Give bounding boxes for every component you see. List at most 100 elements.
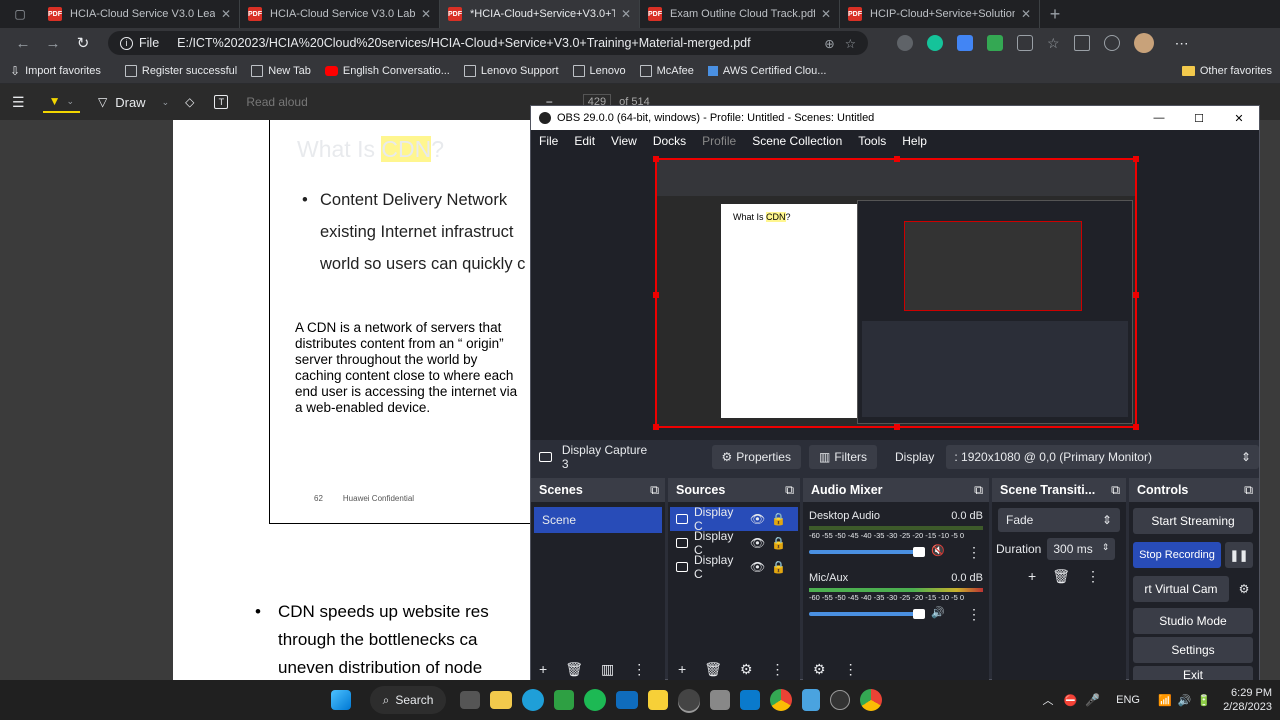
read-aloud-button[interactable]: Read aloud [246, 95, 307, 109]
virtual-cam-button[interactable]: rt Virtual Cam [1133, 576, 1229, 602]
add-icon[interactable]: + [678, 661, 686, 678]
bookmark-import[interactable]: ⇩ Import favorites [10, 64, 101, 78]
menu-dots-icon[interactable]: ⋯ [1175, 35, 1189, 52]
transition-select[interactable]: Fade ⇕ [998, 508, 1120, 532]
bookmark-item[interactable]: McAfee [639, 64, 694, 77]
battery-icon[interactable]: 🔋 [1197, 694, 1211, 707]
notepad-icon[interactable] [802, 689, 820, 711]
mail-icon[interactable] [616, 691, 638, 709]
lock-icon[interactable]: 🔒 [771, 512, 786, 526]
close-tab-icon[interactable]: ✕ [1021, 7, 1031, 21]
eye-icon[interactable]: 👁 [750, 512, 765, 526]
avatar[interactable] [1133, 33, 1154, 53]
close-tab-icon[interactable]: ✕ [621, 7, 631, 21]
windows-start-icon[interactable] [331, 690, 351, 710]
extension-icon[interactable] [897, 35, 913, 51]
contents-icon[interactable]: ☰ [12, 94, 25, 111]
studio-mode-button[interactable]: Studio Mode [1133, 608, 1253, 634]
resize-handle[interactable] [1133, 156, 1139, 162]
speaker-icon[interactable]: 🔊 [1178, 694, 1192, 707]
sticky-notes-icon[interactable] [648, 690, 668, 710]
menu-scene-collection[interactable]: Scene Collection [752, 134, 842, 148]
back-icon[interactable]: ← [8, 28, 38, 58]
resize-handle[interactable] [653, 424, 659, 430]
maximize-icon[interactable]: ☐ [1179, 112, 1219, 125]
site-info[interactable]: i File [120, 36, 159, 50]
text-icon[interactable]: T [214, 95, 229, 109]
start-streaming-button[interactable]: Start Streaming [1133, 508, 1253, 534]
grammarly-icon[interactable] [927, 35, 943, 51]
close-tab-icon[interactable]: ✕ [221, 7, 231, 21]
trash-icon[interactable]: 🗑 [565, 661, 583, 678]
resize-handle[interactable] [1133, 424, 1139, 430]
source-item[interactable]: Display C 👁 🔒 [670, 553, 798, 581]
spotify-icon[interactable] [584, 689, 606, 711]
speaker-icon[interactable]: 🔊 [931, 606, 945, 619]
microphone-icon[interactable]: 🎤 [1085, 693, 1100, 707]
shield-icon[interactable] [1103, 35, 1120, 51]
virtual-cam-settings[interactable]: ⚙ [1233, 576, 1255, 602]
slider-handle[interactable] [913, 547, 925, 557]
eye-icon[interactable]: 👁 [750, 536, 765, 550]
other-favorites[interactable]: Other favorites [1181, 65, 1272, 77]
puzzle-icon[interactable] [1017, 35, 1033, 51]
browser-tab-2[interactable]: PDFHCIA-Cloud Service V3.0 Lab Gu✕ [240, 0, 440, 28]
zoom-icon[interactable]: ⊕ [824, 36, 834, 51]
resize-handle[interactable] [894, 156, 900, 162]
menu-edit[interactable]: Edit [574, 134, 595, 148]
bookmark-item[interactable]: Lenovo Support [463, 64, 559, 77]
stop-recording-button[interactable]: Stop Recording [1133, 542, 1221, 568]
undock-icon[interactable]: ⧉ [1244, 483, 1253, 498]
app-icon[interactable] [830, 690, 850, 710]
undock-icon[interactable]: ⧉ [650, 483, 659, 498]
menu-help[interactable]: Help [902, 134, 927, 148]
eye-icon[interactable]: 👁 [750, 560, 765, 574]
chevron-up-icon[interactable]: ︿ [1042, 692, 1053, 708]
menu-file[interactable]: File [539, 134, 558, 148]
snipping-tool-icon[interactable] [710, 690, 730, 710]
lock-icon[interactable]: 🔒 [771, 560, 786, 574]
search-box[interactable]: ⌕ Search [370, 686, 446, 714]
resize-handle[interactable] [894, 424, 900, 430]
filters-button[interactable]: ▥ Filters [808, 445, 877, 469]
browser-tab-3[interactable]: PDF *HCIA-Cloud+Service+V3.0+Trai ✕ [440, 0, 640, 28]
volume-slider[interactable] [809, 609, 925, 619]
extension-icon[interactable] [957, 35, 973, 51]
muted-speaker-icon[interactable]: 🔇 [931, 544, 945, 557]
task-view-icon[interactable] [460, 691, 480, 709]
trash-icon[interactable]: 🗑 [704, 661, 722, 678]
more-icon[interactable]: ⋮ [844, 661, 858, 678]
pause-recording-button[interactable]: ❚❚ [1225, 542, 1253, 568]
more-icon[interactable]: ⋮ [632, 661, 646, 678]
file-explorer-icon[interactable] [490, 691, 512, 709]
vscode-icon[interactable] [740, 690, 760, 710]
chrome-icon[interactable] [770, 689, 792, 711]
gear-icon[interactable]: ⚙ [740, 661, 753, 678]
more-icon[interactable]: ⋮ [771, 661, 785, 678]
bookmark-item[interactable]: Register successful [124, 64, 237, 77]
bookmark-item[interactable]: AWS Certified Clou... [707, 65, 826, 77]
menu-docks[interactable]: Docks [653, 134, 686, 148]
resize-handle[interactable] [653, 156, 659, 162]
trash-icon[interactable]: 🗑 [1052, 568, 1070, 585]
close-tab-icon[interactable]: ✕ [821, 7, 831, 21]
more-icon[interactable]: ⋮ [967, 544, 981, 561]
minimize-icon[interactable]: — [1139, 112, 1179, 124]
resize-handle[interactable] [653, 292, 659, 298]
volume-slider[interactable] [809, 547, 925, 557]
menu-view[interactable]: View [611, 134, 637, 148]
source-item[interactable]: Display C 👁 🔒 [670, 529, 798, 557]
undock-icon[interactable]: ⧉ [785, 483, 794, 498]
lock-icon[interactable]: 🔒 [771, 536, 786, 550]
language-indicator[interactable]: ENG [1116, 694, 1140, 706]
address-input[interactable]: i File E:/ICT%202023/HCIA%20Cloud%20servi… [108, 31, 868, 55]
undock-icon[interactable]: ⧉ [974, 483, 983, 498]
add-icon[interactable]: + [1028, 568, 1036, 585]
browser-tab-1[interactable]: PDFHCIA-Cloud Service V3.0 Learnin✕ [40, 0, 240, 28]
favorite-star-icon[interactable]: ☆ [845, 36, 856, 51]
settings-button[interactable]: Settings [1133, 637, 1253, 663]
forward-icon[interactable]: → [38, 28, 68, 58]
close-icon[interactable]: ✕ [1219, 112, 1259, 125]
draw-button[interactable]: ▽ Draw ⌄ [98, 95, 169, 110]
tab-actions-icon[interactable]: ▢ [0, 0, 40, 28]
